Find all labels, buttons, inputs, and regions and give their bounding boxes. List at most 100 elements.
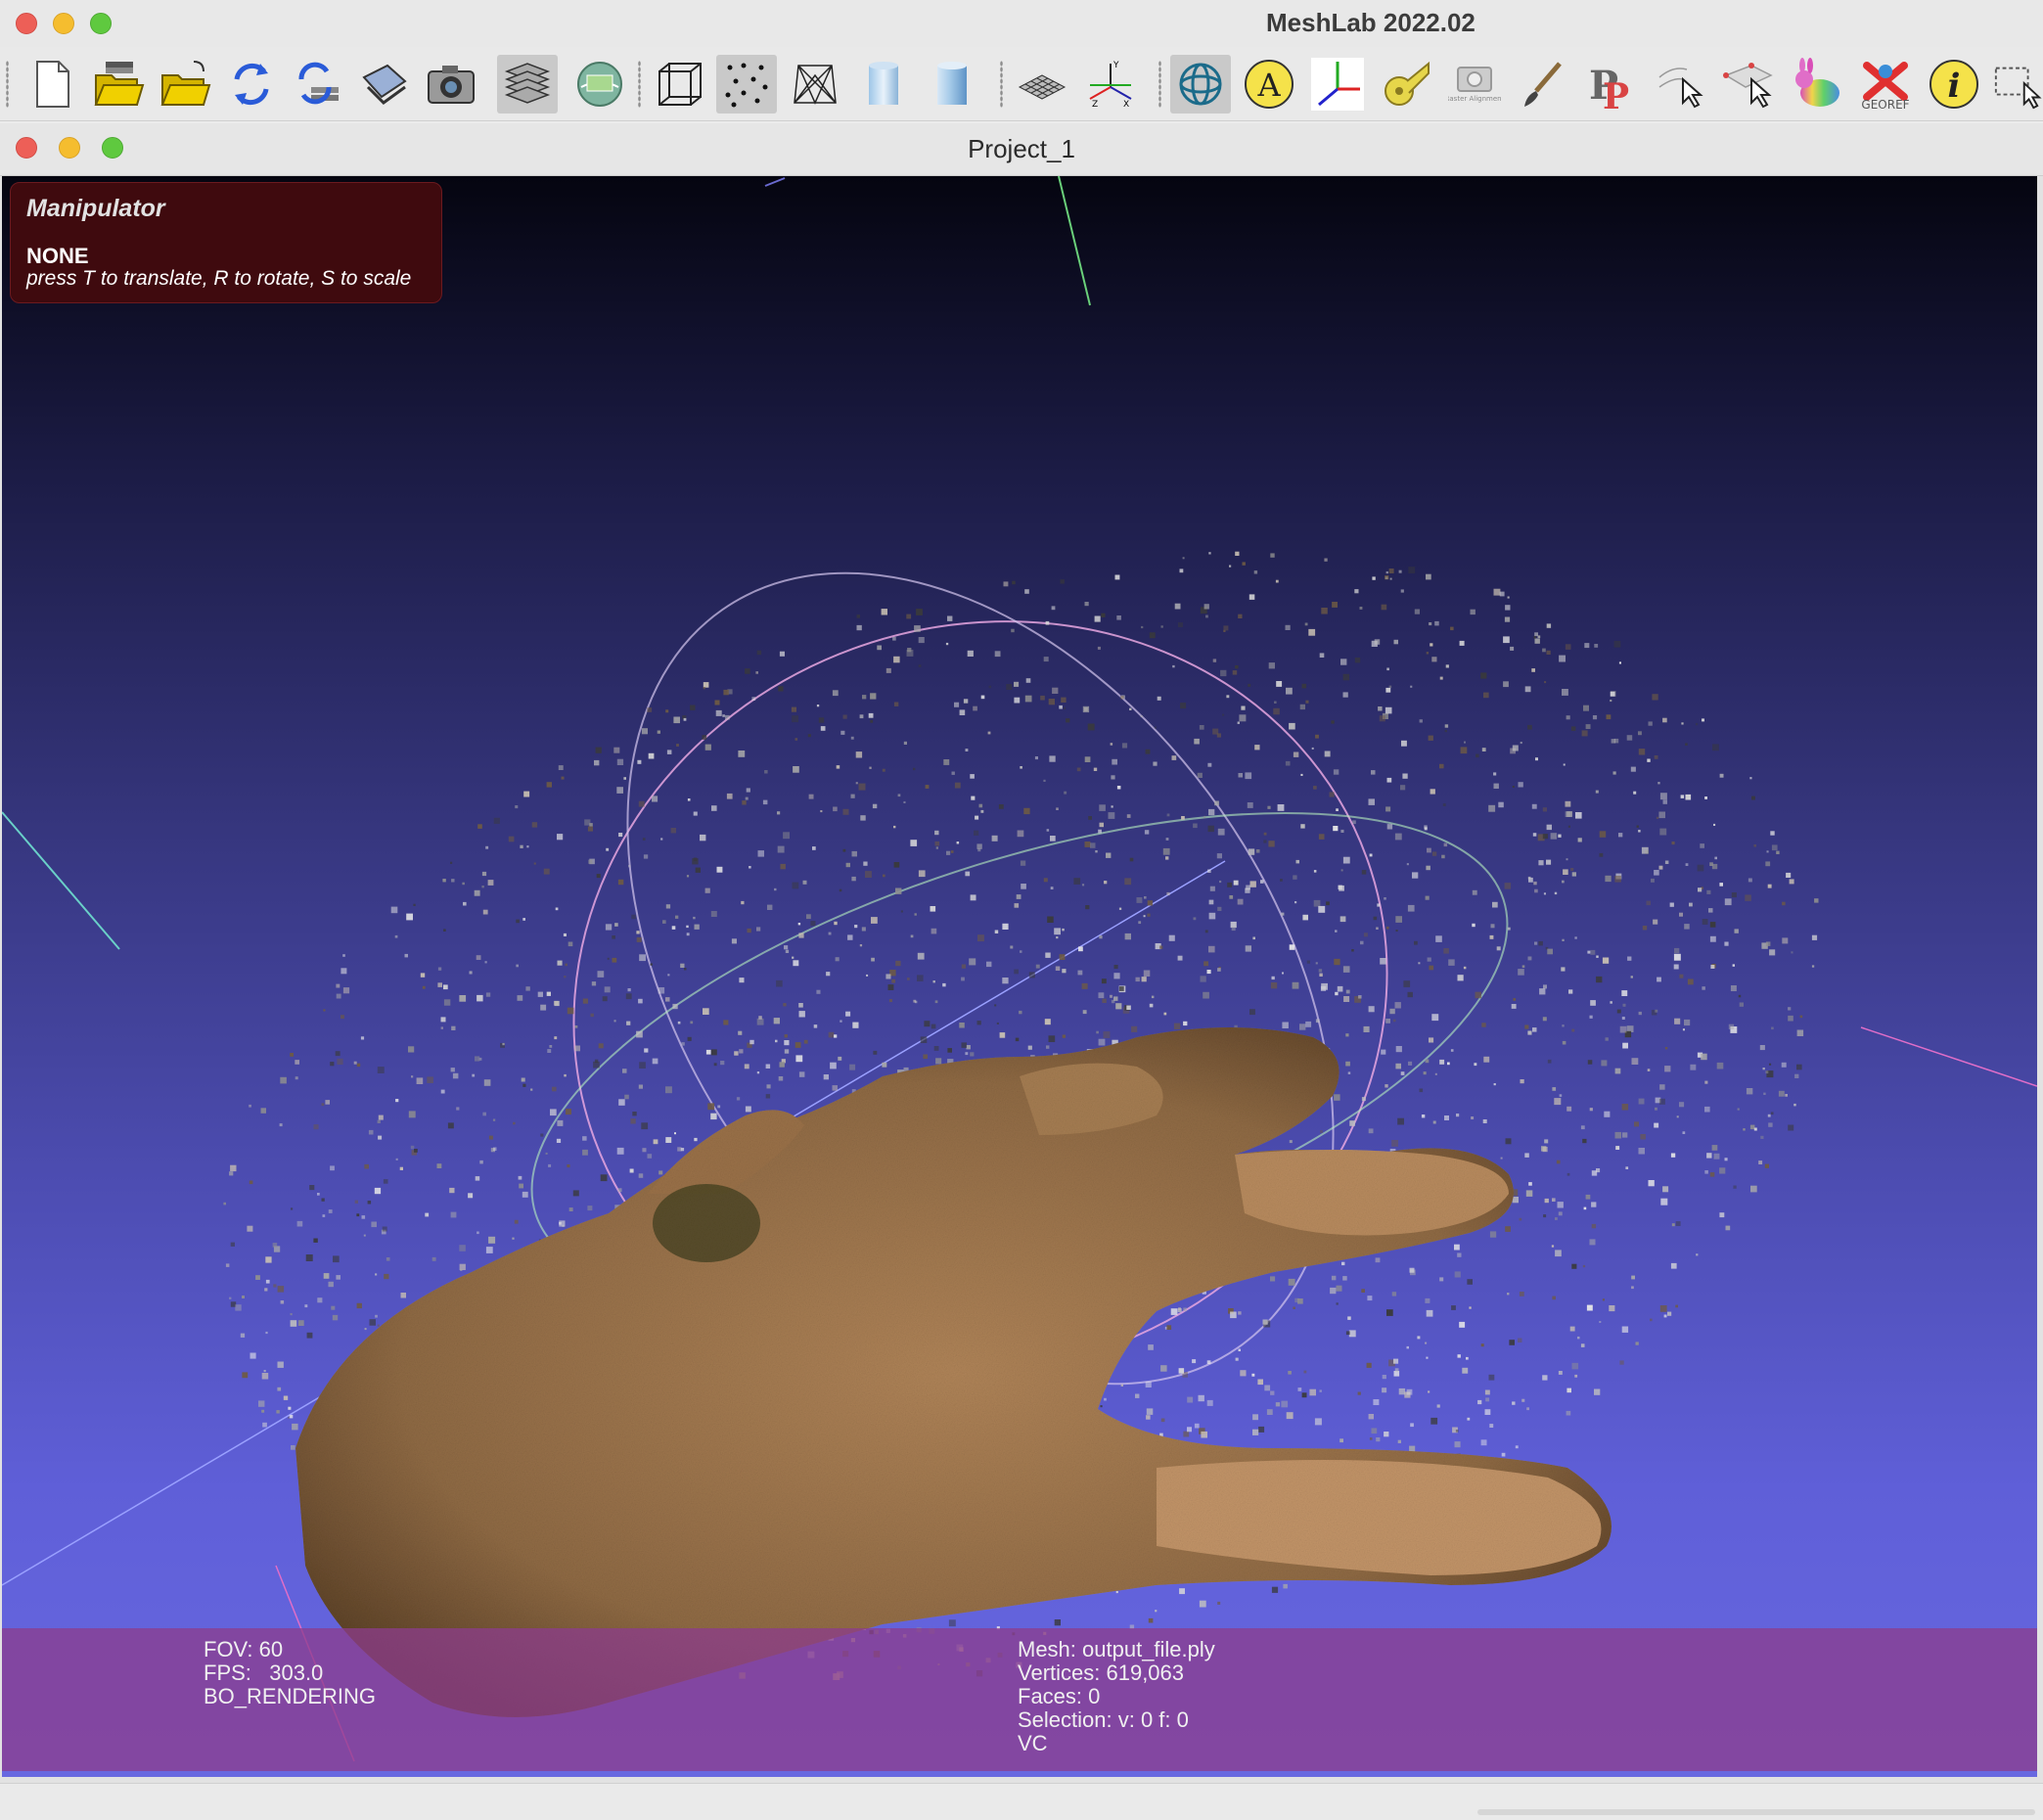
- cloud-point: [833, 806, 838, 812]
- cloud-point: [1084, 842, 1091, 847]
- flat-shading-icon[interactable]: [853, 55, 914, 114]
- trackball-icon[interactable]: [1170, 55, 1231, 114]
- cloud-point: [674, 1132, 676, 1135]
- horizontal-scrollbar[interactable]: [1477, 1809, 2035, 1815]
- annotation-icon[interactable]: A: [1239, 55, 1299, 114]
- cloud-point: [1701, 1053, 1707, 1061]
- cloud-point: [1443, 948, 1449, 954]
- cloud-point: [1099, 822, 1104, 828]
- manipulator-icon[interactable]: [1307, 55, 1368, 114]
- georef-icon[interactable]: GEOREF: [1855, 55, 1916, 114]
- cloud-point: [375, 1314, 378, 1318]
- app-maximize-button[interactable]: [90, 13, 112, 34]
- cloud-point: [1226, 695, 1230, 699]
- axis-icon[interactable]: YZX: [1080, 55, 1141, 114]
- cloud-point: [1146, 1415, 1151, 1420]
- cloud-point: [290, 1320, 297, 1327]
- cloud-point: [1447, 1062, 1450, 1066]
- cloud-point: [903, 741, 907, 745]
- cloud-point: [1207, 869, 1211, 873]
- new-project-icon[interactable]: [22, 55, 82, 114]
- 3d-viewport[interactable]: Manipulator NONE press T to translate, R…: [2, 176, 2037, 1777]
- cloud-point: [1430, 643, 1433, 647]
- cloud-point: [1646, 900, 1651, 906]
- cloud-point: [1459, 1321, 1466, 1328]
- cloud-point: [514, 1219, 519, 1224]
- app-close-button[interactable]: [16, 13, 37, 34]
- smooth-shading-icon[interactable]: [922, 55, 982, 114]
- wireframe-icon[interactable]: [785, 55, 845, 114]
- open-project-icon[interactable]: [88, 55, 149, 114]
- cloud-point: [1558, 1211, 1563, 1216]
- bounding-box-icon[interactable]: [650, 55, 710, 114]
- cloud-point: [1557, 1202, 1564, 1208]
- cloud-point: [794, 1042, 801, 1048]
- cloud-point: [1173, 1023, 1181, 1029]
- raster-alignment-icon[interactable]: Raster Alignment: [1444, 55, 1505, 114]
- cloud-point: [1408, 567, 1416, 573]
- info-icon[interactable]: i: [1924, 55, 1984, 114]
- cloud-point: [1489, 934, 1494, 939]
- cloud-point: [450, 1211, 457, 1218]
- select-faces-icon[interactable]: [1718, 55, 1779, 114]
- cloud-point: [1484, 1409, 1491, 1415]
- app-minimize-button[interactable]: [53, 13, 74, 34]
- cloud-point: [306, 1332, 313, 1339]
- cloud-point: [290, 1207, 294, 1210]
- cloud-point: [1724, 898, 1732, 906]
- paint-icon[interactable]: [1513, 55, 1573, 114]
- cloud-point: [1675, 1221, 1681, 1226]
- cloud-point: [1249, 881, 1256, 887]
- cloud-point: [639, 1062, 646, 1069]
- cloud-point: [437, 967, 442, 971]
- cloud-point: [1679, 974, 1684, 978]
- hand-point-cloud: [295, 1027, 1612, 1717]
- bunny-icon[interactable]: [1787, 55, 1847, 114]
- cloud-point: [1674, 947, 1680, 954]
- cloud-point: [1533, 636, 1536, 639]
- cloud-point: [1111, 805, 1113, 808]
- reload-icon[interactable]: [221, 55, 282, 114]
- cloud-point: [356, 1213, 360, 1217]
- layers-icon[interactable]: [497, 55, 558, 114]
- cloud-point: [1054, 1619, 1061, 1626]
- cloud-point: [325, 1100, 330, 1105]
- cloud-point: [1445, 664, 1449, 668]
- import-mesh-icon[interactable]: [155, 55, 215, 114]
- cloud-point: [288, 1406, 292, 1410]
- cloud-point: [304, 1304, 308, 1308]
- cloud-point: [665, 997, 670, 1002]
- raster-view-icon[interactable]: [569, 55, 630, 114]
- snapshot-icon[interactable]: [421, 55, 481, 114]
- cloud-point: [687, 1036, 692, 1041]
- cloud-point: [914, 913, 917, 916]
- cloud-point: [273, 1284, 277, 1288]
- grid-icon[interactable]: [1012, 55, 1072, 114]
- cloud-point: [368, 1129, 374, 1135]
- cloud-point: [230, 1164, 237, 1172]
- selection-rect-icon[interactable]: [1992, 55, 2043, 114]
- measure-icon[interactable]: [1376, 55, 1436, 114]
- cloud-point: [1429, 965, 1434, 971]
- cloud-point: [1753, 1127, 1757, 1131]
- cloud-point: [1751, 796, 1755, 800]
- cloud-point: [850, 736, 854, 740]
- cloud-point: [1361, 1289, 1365, 1293]
- cloud-point: [1046, 1045, 1050, 1049]
- select-vertices-icon[interactable]: [1650, 55, 1710, 114]
- cloud-point: [842, 848, 846, 852]
- cloud-point: [1499, 591, 1505, 597]
- pick-points-icon[interactable]: PP: [1581, 55, 1642, 114]
- cloud-point: [1480, 1439, 1487, 1446]
- cloud-point: [386, 1257, 390, 1261]
- export-mesh-icon[interactable]: [354, 55, 415, 114]
- cloud-point: [1020, 950, 1022, 953]
- cloud-point: [263, 1370, 266, 1373]
- cloud-point: [606, 847, 610, 851]
- cloud-point: [1599, 1321, 1602, 1323]
- reload-all-icon[interactable]: [288, 55, 348, 114]
- cloud-point: [970, 894, 976, 901]
- cloud-point: [1376, 1437, 1381, 1442]
- points-icon[interactable]: [716, 55, 777, 114]
- cloud-point: [1427, 847, 1431, 853]
